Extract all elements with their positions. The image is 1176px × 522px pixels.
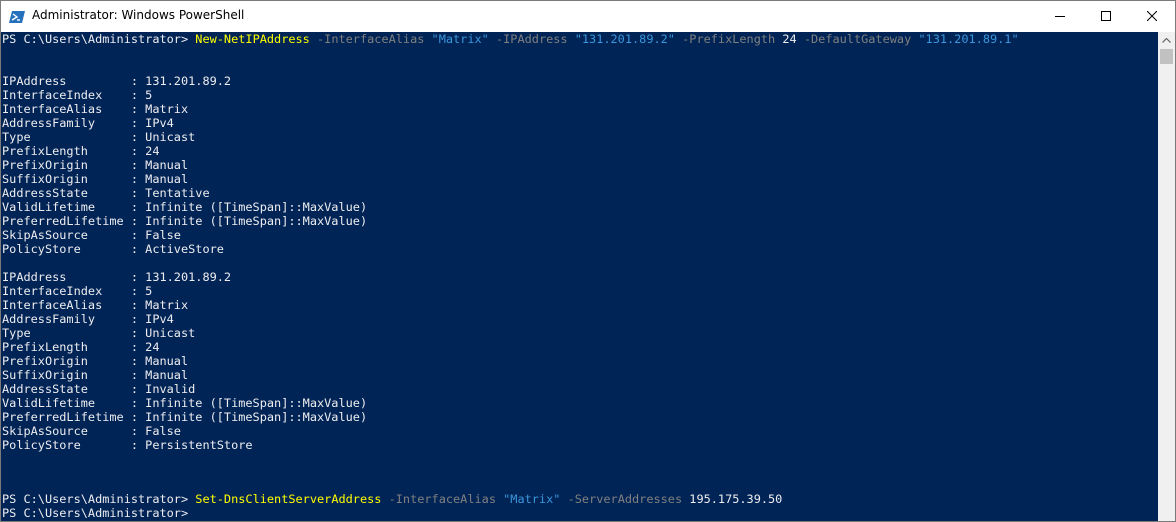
scroll-up-icon [1162, 38, 1171, 43]
output-line: AddressState : Invalid [2, 382, 196, 396]
parameter: -PrefixLength [674, 32, 783, 46]
argument-value: "Matrix" [431, 32, 489, 46]
output-line: PrefixLength : 24 [2, 144, 160, 158]
cmdlet-name: New-NetIPAddress [195, 32, 310, 46]
console-output[interactable]: PS C:\Users\Administrator> New-NetIPAddr… [1, 32, 1158, 521]
parameter: -InterfaceAlias [381, 492, 504, 506]
command-line-set-dnsclientserveraddress: PS C:\Users\Administrator> Set-DnsClient… [2, 492, 782, 506]
minimize-icon [1055, 16, 1065, 17]
close-button[interactable] [1129, 1, 1175, 32]
output-line: PrefixOrigin : Manual [2, 158, 189, 172]
cmdlet-name: Set-DnsClientServerAddress [195, 492, 382, 506]
output-line: AddressFamily : IPv4 [2, 312, 174, 326]
maximize-button[interactable] [1083, 1, 1129, 32]
output-line: SuffixOrigin : Manual [2, 368, 189, 382]
current-prompt-line[interactable]: PS C:\Users\Administrator> [2, 506, 188, 520]
output-line: PolicyStore : ActiveStore [2, 242, 224, 256]
scroll-up-button[interactable] [1158, 32, 1175, 49]
output-line: ValidLifetime : Infinite ([TimeSpan]::Ma… [2, 200, 368, 214]
parameter: -InterfaceAlias [309, 32, 432, 46]
argument-value: 195.175.39.50 [689, 492, 783, 506]
output-line: AddressState : Tentative [2, 186, 210, 200]
prompt: PS C:\Users\Administrator> [2, 32, 196, 46]
minimize-button[interactable] [1037, 1, 1083, 32]
output-line: InterfaceIndex : 5 [2, 88, 153, 102]
argument-value: "Matrix" [503, 492, 561, 506]
argument-value: 24 [782, 32, 797, 46]
window-title: Administrator: Windows PowerShell [32, 8, 245, 22]
output-line: IPAddress : 131.201.89.2 [2, 74, 232, 88]
output-line: Type : Unicast [2, 130, 196, 144]
title-bar[interactable]: Administrator: Windows PowerShell [1, 1, 1175, 32]
output-line: Type : Unicast [2, 326, 196, 340]
scrollbar-thumb[interactable] [1160, 49, 1173, 64]
output-line: IPAddress : 131.201.89.2 [2, 270, 232, 284]
output-line: PrefixOrigin : Manual [2, 354, 189, 368]
output-line: InterfaceIndex : 5 [2, 284, 153, 298]
output-line: InterfaceAlias : Matrix [2, 298, 189, 312]
close-icon [1147, 11, 1157, 21]
maximize-icon [1101, 11, 1111, 21]
argument-value: "131.201.89.1" [918, 32, 1019, 46]
command-line-new-netipaddress: PS C:\Users\Administrator> New-NetIPAddr… [2, 32, 1019, 46]
output-line: ValidLifetime : Infinite ([TimeSpan]::Ma… [2, 396, 368, 410]
prompt: PS C:\Users\Administrator> [2, 492, 196, 506]
powershell-icon[interactable] [9, 9, 25, 25]
output-line: PrefixLength : 24 [2, 340, 160, 354]
output-line: InterfaceAlias : Matrix [2, 102, 189, 116]
output-line: PreferredLifetime : Infinite ([TimeSpan]… [2, 410, 368, 424]
parameter: -ServerAddresses [560, 492, 690, 506]
argument-value: "131.201.89.2" [574, 32, 675, 46]
parameter: -DefaultGateway [796, 32, 919, 46]
output-line: AddressFamily : IPv4 [2, 116, 174, 130]
powershell-window: Administrator: Windows PowerShell PS C:\… [0, 0, 1176, 522]
parameter: -IPAddress [488, 32, 575, 46]
output-line: SkipAsSource : False [2, 424, 181, 438]
vertical-scrollbar[interactable] [1158, 32, 1175, 521]
prompt: PS C:\Users\Administrator> [2, 506, 189, 520]
output-line: SkipAsSource : False [2, 228, 181, 242]
output-line: PolicyStore : PersistentStore [2, 438, 253, 452]
output-line: PreferredLifetime : Infinite ([TimeSpan]… [2, 214, 368, 228]
output-line: SuffixOrigin : Manual [2, 172, 189, 186]
